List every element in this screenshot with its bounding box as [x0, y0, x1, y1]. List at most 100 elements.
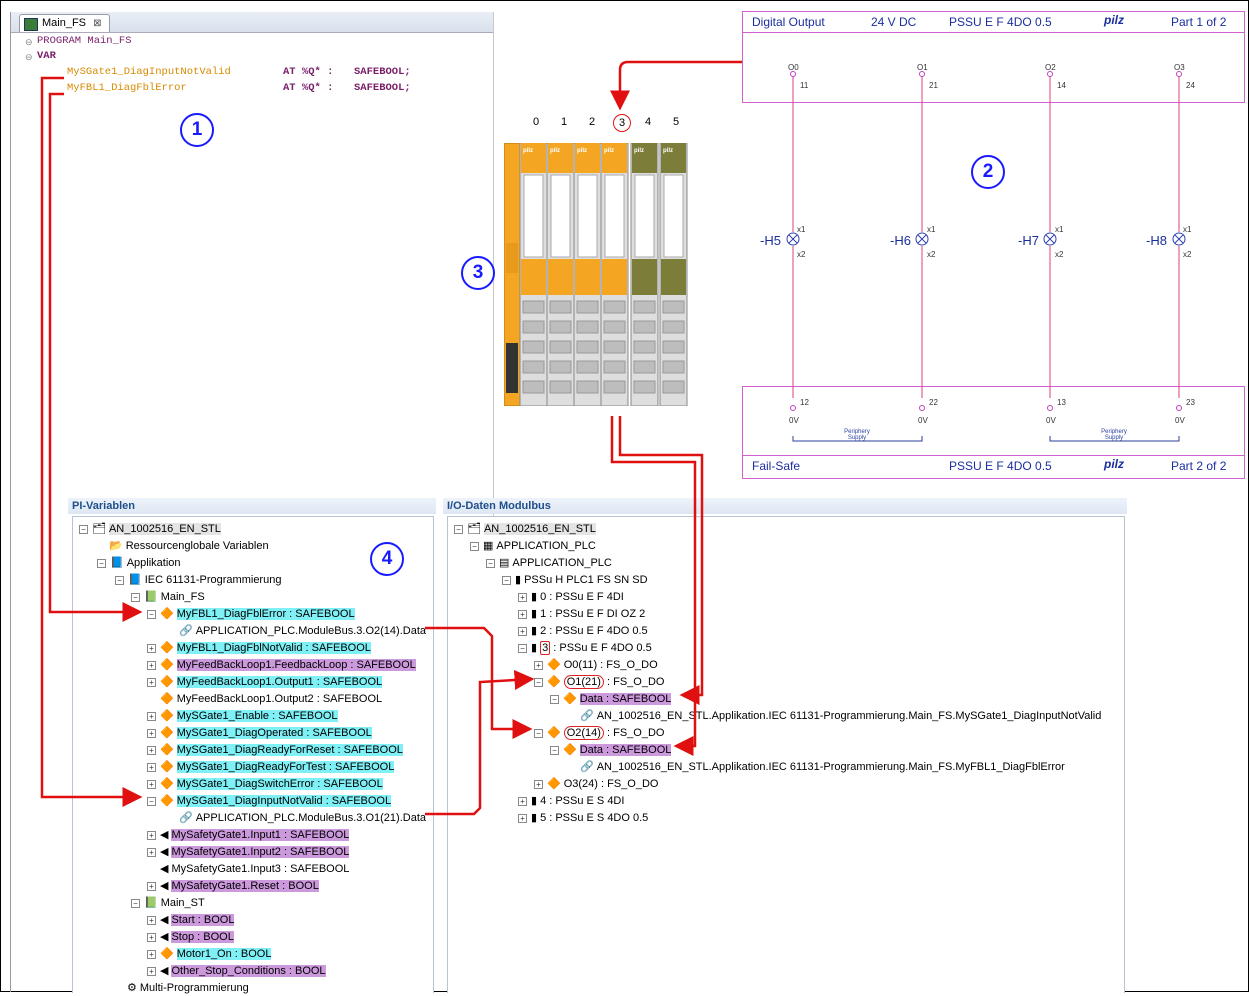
tree-node[interactable]: + 🔶 O3(24) : FS_O_DO: [534, 776, 658, 792]
tree-node[interactable]: − 📘 Applikation: [97, 555, 181, 571]
tree-node-module-3[interactable]: − ▮ 3 : PSSu E F 4DO 0.5: [518, 640, 652, 656]
tab-main-fs[interactable]: Main_FS ⊠: [19, 14, 111, 32]
close-icon[interactable]: ⊠: [93, 18, 101, 29]
tree-node[interactable]: + ▮ 1 : PSSu E F DI OZ 2: [518, 606, 645, 622]
tree-node[interactable]: − 🔶 Data : SAFEBOOL: [550, 742, 672, 758]
tree-node[interactable]: − ▦ APPLICATION_PLC: [470, 538, 596, 554]
zero-volt-label: 0V: [789, 416, 799, 425]
module-icon: ▮: [531, 608, 538, 621]
plc-icon: ▦: [483, 540, 494, 553]
tree-node[interactable]: 🔗 APPLICATION_PLC.ModuleBus.3.O1(21).Data: [179, 810, 426, 826]
top-terminal: 11: [800, 81, 809, 90]
tree-node[interactable]: + ◀ Other_Stop_Conditions : BOOL: [147, 963, 326, 979]
pilz-logo: pilz: [1104, 13, 1124, 27]
zero-volt-label: 0V: [918, 416, 928, 425]
tree-node[interactable]: + ◀ MySafetyGate1.Input2 : SAFEBOOL: [147, 844, 350, 860]
output-name: O0: [788, 63, 799, 72]
rack-module-4: pilz: [630, 143, 659, 406]
tree-node[interactable]: + ▮ 2 : PSSu E F 4DO 0.5: [518, 623, 648, 639]
output-variable-icon: 🔶: [160, 795, 174, 808]
tree-node[interactable]: + 🔶 MyFeedBackLoop1.Output1 : SAFEBOOL: [147, 674, 383, 690]
tree-node[interactable]: + ▮ 0 : PSSu E F 4DI: [518, 589, 624, 605]
x2-label: x2: [1055, 250, 1064, 259]
tree-node-sg-input-not-valid[interactable]: − 🔶 MySGate1_DiagInputNotValid : SAFEBOOL: [147, 793, 392, 809]
pi-variables-tree[interactable]: − 🗂 AN_1002516_EN_STL 📂 Ressourcenglobale V…: [72, 516, 434, 996]
module-icon: ▮: [515, 574, 522, 587]
tree-node-fbl-error[interactable]: − 🔶 MyFBL1_DiagFblError : SAFEBOOL: [147, 606, 355, 622]
tree-node[interactable]: + 🔶 MySGate1_DiagReadyForTest : SAFEBOOL: [147, 759, 395, 775]
module-icon: ▮: [531, 812, 538, 825]
x1-label: x1: [1183, 225, 1192, 234]
tree-node-o2[interactable]: − 🔶 O2(14) : FS_O_DO: [534, 725, 664, 741]
tree-node[interactable]: 📂 Ressourcenglobale Variablen: [109, 538, 269, 554]
output-variable-icon: 🔶: [160, 608, 174, 621]
tree-node-o1[interactable]: − 🔶 O1(21) : FS_O_DO: [534, 674, 664, 690]
input-variable-icon: ◀: [160, 863, 169, 876]
tree-node[interactable]: − ▮ PSSu H PLC1 FS SN SD: [502, 572, 648, 588]
tree-node[interactable]: − 📘 IEC 61131-Programmierung: [115, 572, 281, 588]
tree-node[interactable]: + ◀ MySafetyGate1.Input1 : SAFEBOOL: [147, 827, 350, 843]
output-channel-icon: 🔶: [547, 727, 561, 740]
tree-node[interactable]: + ◀ Stop : BOOL: [147, 929, 234, 945]
tree-node-root[interactable]: − 🗂 AN_1002516_EN_STL: [454, 521, 596, 537]
output-variable-icon: 🔶: [160, 744, 174, 757]
tree-node[interactable]: ⚙ Multi-Programmierung: [127, 980, 249, 996]
tree-node[interactable]: + ▮ 5 : PSSu E S 4DO 0.5: [518, 810, 648, 826]
io-data-tree[interactable]: − 🗂 AN_1002516_EN_STL − ▦ APPLICATION_PLC − ▤…: [447, 516, 1125, 993]
tree-node[interactable]: 🔶 MyFeedBackLoop1.Output2 : SAFEBOOL: [160, 691, 382, 707]
link-icon: 🔗: [580, 710, 594, 723]
application-icon: ▤: [499, 557, 510, 570]
tree-node[interactable]: − 📗 Main_FS: [131, 589, 205, 605]
var2-at: AT %Q* :: [283, 82, 334, 94]
output-variable-icon: 🔶: [160, 642, 174, 655]
project-icon: 🗂: [92, 523, 106, 536]
tree-node[interactable]: + 🔶 MySGate1_DiagSwitchError : SAFEBOOL: [147, 776, 383, 792]
tree-node[interactable]: + 🔶 Motor1_On : BOOL: [147, 946, 272, 962]
lamp-label: -H5: [760, 233, 781, 248]
tree-node[interactable]: + 🔶 MyFeedBackLoop1.FeedbackLoop : SAFEBOO…: [147, 657, 416, 673]
tree-node[interactable]: ◀ MySafetyGate1.Input3 : SAFEBOOL: [160, 861, 349, 877]
schematic-footer-module: PSSU E F 4DO 0.5: [949, 459, 1052, 473]
tree-node[interactable]: − 📗 Main_ST: [131, 895, 205, 911]
module-brand-label: pilz: [604, 148, 614, 154]
module-brand-label: pilz: [663, 148, 673, 154]
input-variable-icon: ◀: [160, 846, 169, 859]
tree-node[interactable]: + ◀ Start : BOOL: [147, 912, 235, 928]
program-line: PROGRAM Main_FS: [37, 35, 132, 47]
input-variable-icon: ◀: [160, 829, 169, 842]
tree-node[interactable]: + 🔶 MySGate1_Enable : SAFEBOOL: [147, 708, 338, 724]
pssu-module-rack: pilz pilz pilz pilz pilz pilz: [504, 143, 690, 406]
slot-number: 0: [533, 116, 540, 128]
tree-node[interactable]: + 🔶 O0(11) : FS_O_DO: [534, 657, 658, 673]
schematic-voltage: 24 V DC: [871, 15, 917, 29]
fold-minus-icon[interactable]: ⊖: [25, 51, 33, 67]
x1-label: x1: [927, 225, 936, 234]
data-icon: 🔶: [563, 693, 577, 706]
tree-node[interactable]: − ▤ APPLICATION_PLC: [486, 555, 612, 571]
link-icon: 🔗: [179, 625, 193, 638]
tree-node[interactable]: 🔗 AN_1002516_EN_STL.Applikation.IEC 61131…: [580, 708, 1101, 724]
zero-volt-label: 0V: [1046, 416, 1056, 425]
tree-node[interactable]: + ▮ 4 : PSSu E S 4DI: [518, 793, 624, 809]
fold-minus-icon[interactable]: ⊖: [25, 36, 33, 52]
tree-node[interactable]: 🔗 APPLICATION_PLC.ModuleBus.3.O2(14).Data: [179, 623, 426, 639]
tree-node[interactable]: + ◀ MySafetyGate1.Reset : BOOL: [147, 878, 319, 894]
rack-module-1: pilz: [546, 143, 575, 406]
tree-node[interactable]: 🔗 AN_1002516_EN_STL.Applikation.IEC 61131…: [580, 759, 1065, 775]
periphery-supply-label: Periphery Supply: [1101, 429, 1127, 441]
lamp-label: -H7: [1018, 233, 1039, 248]
tree-node[interactable]: + 🔶 MySGate1_DiagReadyForReset : SAFEBOOL: [147, 742, 403, 758]
input-variable-icon: ◀: [160, 965, 169, 978]
module-icon: ▮: [531, 591, 538, 604]
x2-label: x2: [1183, 250, 1192, 259]
x2-label: x2: [927, 250, 936, 259]
tree-node-root[interactable]: − 🗂 AN_1002516_EN_STL: [79, 521, 221, 537]
bottom-terminal: 23: [1186, 398, 1195, 407]
module-icon: ▮: [531, 625, 538, 638]
tree-node[interactable]: + 🔶 MySGate1_DiagOperated : SAFEBOOL: [147, 725, 372, 741]
module-brand-label: pilz: [634, 148, 644, 154]
slot-number: 2: [589, 116, 596, 128]
zero-volt-label: 0V: [1175, 416, 1185, 425]
tree-node[interactable]: − 🔶 Data : SAFEBOOL: [550, 691, 672, 707]
tree-node[interactable]: + 🔶 MyFBL1_DiagFblNotValid : SAFEBOOL: [147, 640, 371, 656]
